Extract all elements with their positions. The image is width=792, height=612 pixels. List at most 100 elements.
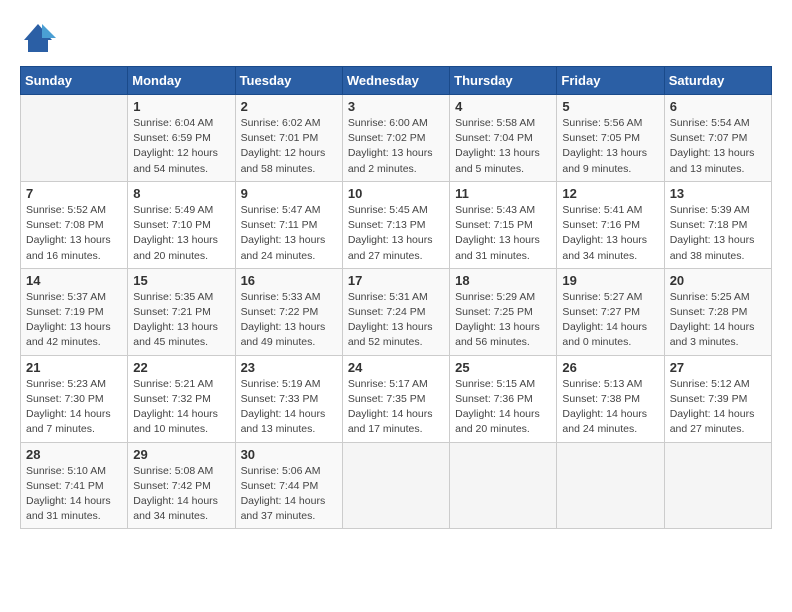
day-cell: 14 Sunrise: 5:37 AM Sunset: 7:19 PM Dayli… <box>21 268 128 355</box>
day-info: Sunrise: 5:54 AM Sunset: 7:07 PM Dayligh… <box>670 116 766 177</box>
day-info: Sunrise: 5:08 AM Sunset: 7:42 PM Dayligh… <box>133 464 229 525</box>
week-row-2: 7 Sunrise: 5:52 AM Sunset: 7:08 PM Daylig… <box>21 181 772 268</box>
day-cell: 17 Sunrise: 5:31 AM Sunset: 7:24 PM Dayli… <box>342 268 449 355</box>
day-cell: 27 Sunrise: 5:12 AM Sunset: 7:39 PM Dayli… <box>664 355 771 442</box>
day-number: 26 <box>562 360 658 375</box>
day-cell: 20 Sunrise: 5:25 AM Sunset: 7:28 PM Dayli… <box>664 268 771 355</box>
weekday-header-sunday: Sunday <box>21 67 128 95</box>
day-cell: 21 Sunrise: 5:23 AM Sunset: 7:30 PM Dayli… <box>21 355 128 442</box>
day-number: 19 <box>562 273 658 288</box>
day-number: 16 <box>241 273 337 288</box>
day-number: 7 <box>26 186 122 201</box>
day-info: Sunrise: 5:23 AM Sunset: 7:30 PM Dayligh… <box>26 377 122 438</box>
day-info: Sunrise: 5:47 AM Sunset: 7:11 PM Dayligh… <box>241 203 337 264</box>
day-number: 24 <box>348 360 444 375</box>
day-number: 9 <box>241 186 337 201</box>
day-info: Sunrise: 5:06 AM Sunset: 7:44 PM Dayligh… <box>241 464 337 525</box>
week-row-5: 28 Sunrise: 5:10 AM Sunset: 7:41 PM Dayli… <box>21 442 772 529</box>
day-cell: 18 Sunrise: 5:29 AM Sunset: 7:25 PM Dayli… <box>450 268 557 355</box>
day-number: 14 <box>26 273 122 288</box>
day-number: 30 <box>241 447 337 462</box>
day-number: 11 <box>455 186 551 201</box>
day-number: 5 <box>562 99 658 114</box>
day-cell: 15Sunrise: 5:35 AM Sunset: 7:21 PM Dayli… <box>128 268 235 355</box>
weekday-header-friday: Friday <box>557 67 664 95</box>
day-cell: 26 Sunrise: 5:13 AM Sunset: 7:38 PM Dayli… <box>557 355 664 442</box>
weekday-header-thursday: Thursday <box>450 67 557 95</box>
day-cell: 10 Sunrise: 5:45 AM Sunset: 7:13 PM Dayli… <box>342 181 449 268</box>
day-cell: 23 Sunrise: 5:19 AM Sunset: 7:33 PM Dayli… <box>235 355 342 442</box>
day-number: 3 <box>348 99 444 114</box>
day-info: Sunrise: 5:13 AM Sunset: 7:38 PM Dayligh… <box>562 377 658 438</box>
day-cell: 25Sunrise: 5:15 AM Sunset: 7:36 PM Dayli… <box>450 355 557 442</box>
day-cell: 5 Sunrise: 5:56 AM Sunset: 7:05 PM Daylig… <box>557 95 664 182</box>
day-info: Sunrise: 5:29 AM Sunset: 7:25 PM Dayligh… <box>455 290 551 351</box>
day-number: 21 <box>26 360 122 375</box>
day-cell: 29 Sunrise: 5:08 AM Sunset: 7:42 PM Dayli… <box>128 442 235 529</box>
day-cell <box>342 442 449 529</box>
logo <box>20 20 60 56</box>
day-number: 17 <box>348 273 444 288</box>
day-number: 18 <box>455 273 551 288</box>
day-number: 13 <box>670 186 766 201</box>
day-cell: 3Sunrise: 6:00 AM Sunset: 7:02 PM Daylig… <box>342 95 449 182</box>
day-number: 27 <box>670 360 766 375</box>
day-number: 2 <box>241 99 337 114</box>
day-cell: 2Sunrise: 6:02 AM Sunset: 7:01 PM Daylig… <box>235 95 342 182</box>
day-cell: 9 Sunrise: 5:47 AM Sunset: 7:11 PM Daylig… <box>235 181 342 268</box>
day-number: 28 <box>26 447 122 462</box>
day-number: 10 <box>348 186 444 201</box>
day-cell: 1 Sunrise: 6:04 AM Sunset: 6:59 PM Daylig… <box>128 95 235 182</box>
page-header <box>20 20 772 56</box>
day-info: Sunrise: 5:43 AM Sunset: 7:15 PM Dayligh… <box>455 203 551 264</box>
weekday-header-monday: Monday <box>128 67 235 95</box>
day-info: Sunrise: 5:52 AM Sunset: 7:08 PM Dayligh… <box>26 203 122 264</box>
day-info: Sunrise: 5:45 AM Sunset: 7:13 PM Dayligh… <box>348 203 444 264</box>
day-info: Sunrise: 5:56 AM Sunset: 7:05 PM Dayligh… <box>562 116 658 177</box>
day-cell: 7 Sunrise: 5:52 AM Sunset: 7:08 PM Daylig… <box>21 181 128 268</box>
day-info: Sunrise: 5:27 AM Sunset: 7:27 PM Dayligh… <box>562 290 658 351</box>
weekday-header-saturday: Saturday <box>664 67 771 95</box>
day-cell: 16 Sunrise: 5:33 AM Sunset: 7:22 PM Dayli… <box>235 268 342 355</box>
calendar-table: SundayMondayTuesdayWednesdayThursdayFrid… <box>20 66 772 529</box>
day-number: 6 <box>670 99 766 114</box>
day-number: 1 <box>133 99 229 114</box>
day-info: Sunrise: 5:17 AM Sunset: 7:35 PM Dayligh… <box>348 377 444 438</box>
day-cell <box>664 442 771 529</box>
day-info: Sunrise: 5:10 AM Sunset: 7:41 PM Dayligh… <box>26 464 122 525</box>
day-number: 20 <box>670 273 766 288</box>
day-cell: 22 Sunrise: 5:21 AM Sunset: 7:32 PM Dayli… <box>128 355 235 442</box>
day-cell: 8 Sunrise: 5:49 AM Sunset: 7:10 PM Daylig… <box>128 181 235 268</box>
day-info: Sunrise: 6:04 AM Sunset: 6:59 PM Dayligh… <box>133 116 229 177</box>
day-cell <box>450 442 557 529</box>
day-cell: 30 Sunrise: 5:06 AM Sunset: 7:44 PM Dayli… <box>235 442 342 529</box>
day-cell: 28 Sunrise: 5:10 AM Sunset: 7:41 PM Dayli… <box>21 442 128 529</box>
day-info: Sunrise: 5:49 AM Sunset: 7:10 PM Dayligh… <box>133 203 229 264</box>
week-row-1: 1 Sunrise: 6:04 AM Sunset: 6:59 PM Daylig… <box>21 95 772 182</box>
day-cell: 6 Sunrise: 5:54 AM Sunset: 7:07 PM Daylig… <box>664 95 771 182</box>
day-number: 29 <box>133 447 229 462</box>
day-cell: 4Sunrise: 5:58 AM Sunset: 7:04 PM Daylig… <box>450 95 557 182</box>
day-cell: 11 Sunrise: 5:43 AM Sunset: 7:15 PM Dayli… <box>450 181 557 268</box>
day-info: Sunrise: 5:41 AM Sunset: 7:16 PM Dayligh… <box>562 203 658 264</box>
day-number: 12 <box>562 186 658 201</box>
day-cell <box>21 95 128 182</box>
day-info: Sunrise: 5:21 AM Sunset: 7:32 PM Dayligh… <box>133 377 229 438</box>
day-number: 8 <box>133 186 229 201</box>
weekday-header-row: SundayMondayTuesdayWednesdayThursdayFrid… <box>21 67 772 95</box>
day-info: Sunrise: 5:25 AM Sunset: 7:28 PM Dayligh… <box>670 290 766 351</box>
day-number: 25 <box>455 360 551 375</box>
weekday-header-wednesday: Wednesday <box>342 67 449 95</box>
day-cell: 24 Sunrise: 5:17 AM Sunset: 7:35 PM Dayli… <box>342 355 449 442</box>
day-number: 23 <box>241 360 337 375</box>
day-info: Sunrise: 5:19 AM Sunset: 7:33 PM Dayligh… <box>241 377 337 438</box>
day-info: Sunrise: 5:33 AM Sunset: 7:22 PM Dayligh… <box>241 290 337 351</box>
day-info: Sunrise: 5:12 AM Sunset: 7:39 PM Dayligh… <box>670 377 766 438</box>
day-info: Sunrise: 5:37 AM Sunset: 7:19 PM Dayligh… <box>26 290 122 351</box>
day-info: Sunrise: 5:58 AM Sunset: 7:04 PM Dayligh… <box>455 116 551 177</box>
logo-icon <box>20 20 56 56</box>
day-cell: 13Sunrise: 5:39 AM Sunset: 7:18 PM Dayli… <box>664 181 771 268</box>
day-info: Sunrise: 5:31 AM Sunset: 7:24 PM Dayligh… <box>348 290 444 351</box>
week-row-3: 14 Sunrise: 5:37 AM Sunset: 7:19 PM Dayli… <box>21 268 772 355</box>
day-number: 22 <box>133 360 229 375</box>
